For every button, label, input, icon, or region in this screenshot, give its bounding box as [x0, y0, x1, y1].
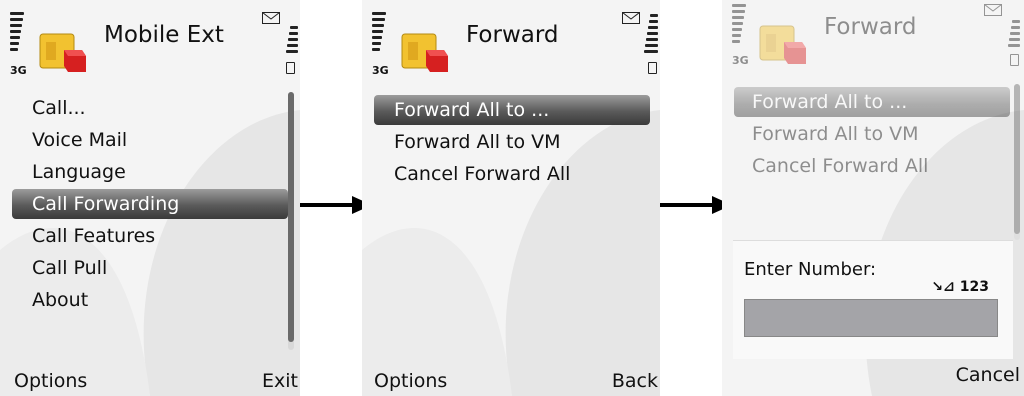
scrollbar[interactable] [288, 92, 294, 350]
pen-input-icon: ↘⊿ [931, 279, 955, 295]
number-input-field[interactable] [744, 299, 998, 337]
options-softkey[interactable]: Options [14, 370, 87, 392]
menu-item-cancel-forward-all: Cancel Forward All [752, 155, 929, 177]
options-softkey[interactable]: Options [374, 370, 447, 392]
network-type-label: 3G [372, 64, 389, 77]
cancel-softkey[interactable]: Cancel [956, 364, 1020, 386]
network-type-label: 3G [732, 54, 749, 67]
menu-item-forward-all-to: Forward All to ... [722, 86, 1011, 118]
input-mode-label: 123 [959, 279, 989, 295]
menu-item-call[interactable]: Call... [0, 92, 179, 124]
message-envelope-icon [622, 12, 640, 24]
forward-menu-list: Forward All to ... Forward All to VM Can… [722, 86, 1011, 182]
sim-card-app-icon [759, 25, 806, 64]
sim-card-app-icon [39, 33, 86, 72]
menu-item-call-pull[interactable]: Call Pull [0, 252, 179, 284]
enter-number-dialog: Enter Number: ↘⊿ 123 [733, 240, 1013, 359]
back-softkey[interactable]: Back [612, 370, 658, 392]
sim-card-app-icon [401, 33, 448, 72]
menu-item-cancel-forward-all[interactable]: Cancel Forward All [362, 158, 570, 190]
signal-strength-icon [732, 4, 746, 46]
menu-item-forward-all-to[interactable]: Forward All to ... [362, 94, 651, 126]
message-envelope-icon [984, 4, 1002, 16]
network-type-label: 3G [10, 64, 27, 77]
battery-level-icon [644, 14, 658, 56]
screen-title: Mobile Ext [104, 22, 224, 48]
menu-item-voice-mail[interactable]: Voice Mail [0, 124, 179, 156]
main-menu-list: Call... Voice Mail Language Call Forward… [0, 92, 289, 316]
screen-title: Forward [466, 22, 559, 48]
battery-icon [1010, 54, 1019, 66]
scrollbar-thumb [1014, 84, 1020, 234]
menu-item-call-features[interactable]: Call Features [0, 220, 179, 252]
input-mode-indicator: ↘⊿ 123 [931, 279, 989, 295]
battery-icon [286, 62, 295, 74]
battery-level-icon [284, 26, 298, 56]
battery-icon [648, 62, 657, 74]
exit-softkey[interactable]: Exit [262, 370, 298, 392]
scrollbar-thumb[interactable] [288, 92, 294, 342]
scrollbar [1014, 84, 1020, 240]
menu-item-forward-all-to-vm: Forward All to VM [752, 123, 919, 145]
screen-forward-menu: 3G Forward Forward All to ... Forward Al… [362, 0, 660, 396]
message-envelope-icon [262, 12, 280, 24]
menu-item-about[interactable]: About [0, 284, 179, 316]
signal-strength-icon [10, 12, 24, 54]
signal-strength-icon [372, 12, 386, 54]
menu-item-forward-all-to-vm[interactable]: Forward All to VM [362, 126, 570, 158]
screen-main-menu: 3G Mobile Ext Call... Voice Mail Languag… [0, 0, 300, 396]
forward-menu-list: Forward All to ... Forward All to VM Can… [362, 94, 651, 190]
battery-level-icon [1006, 20, 1020, 50]
menu-item-call-forwarding[interactable]: Call Forwarding [0, 188, 289, 220]
menu-item-language[interactable]: Language [0, 156, 179, 188]
dialog-prompt: Enter Number: [744, 259, 877, 280]
screen-title: Forward [824, 14, 917, 40]
